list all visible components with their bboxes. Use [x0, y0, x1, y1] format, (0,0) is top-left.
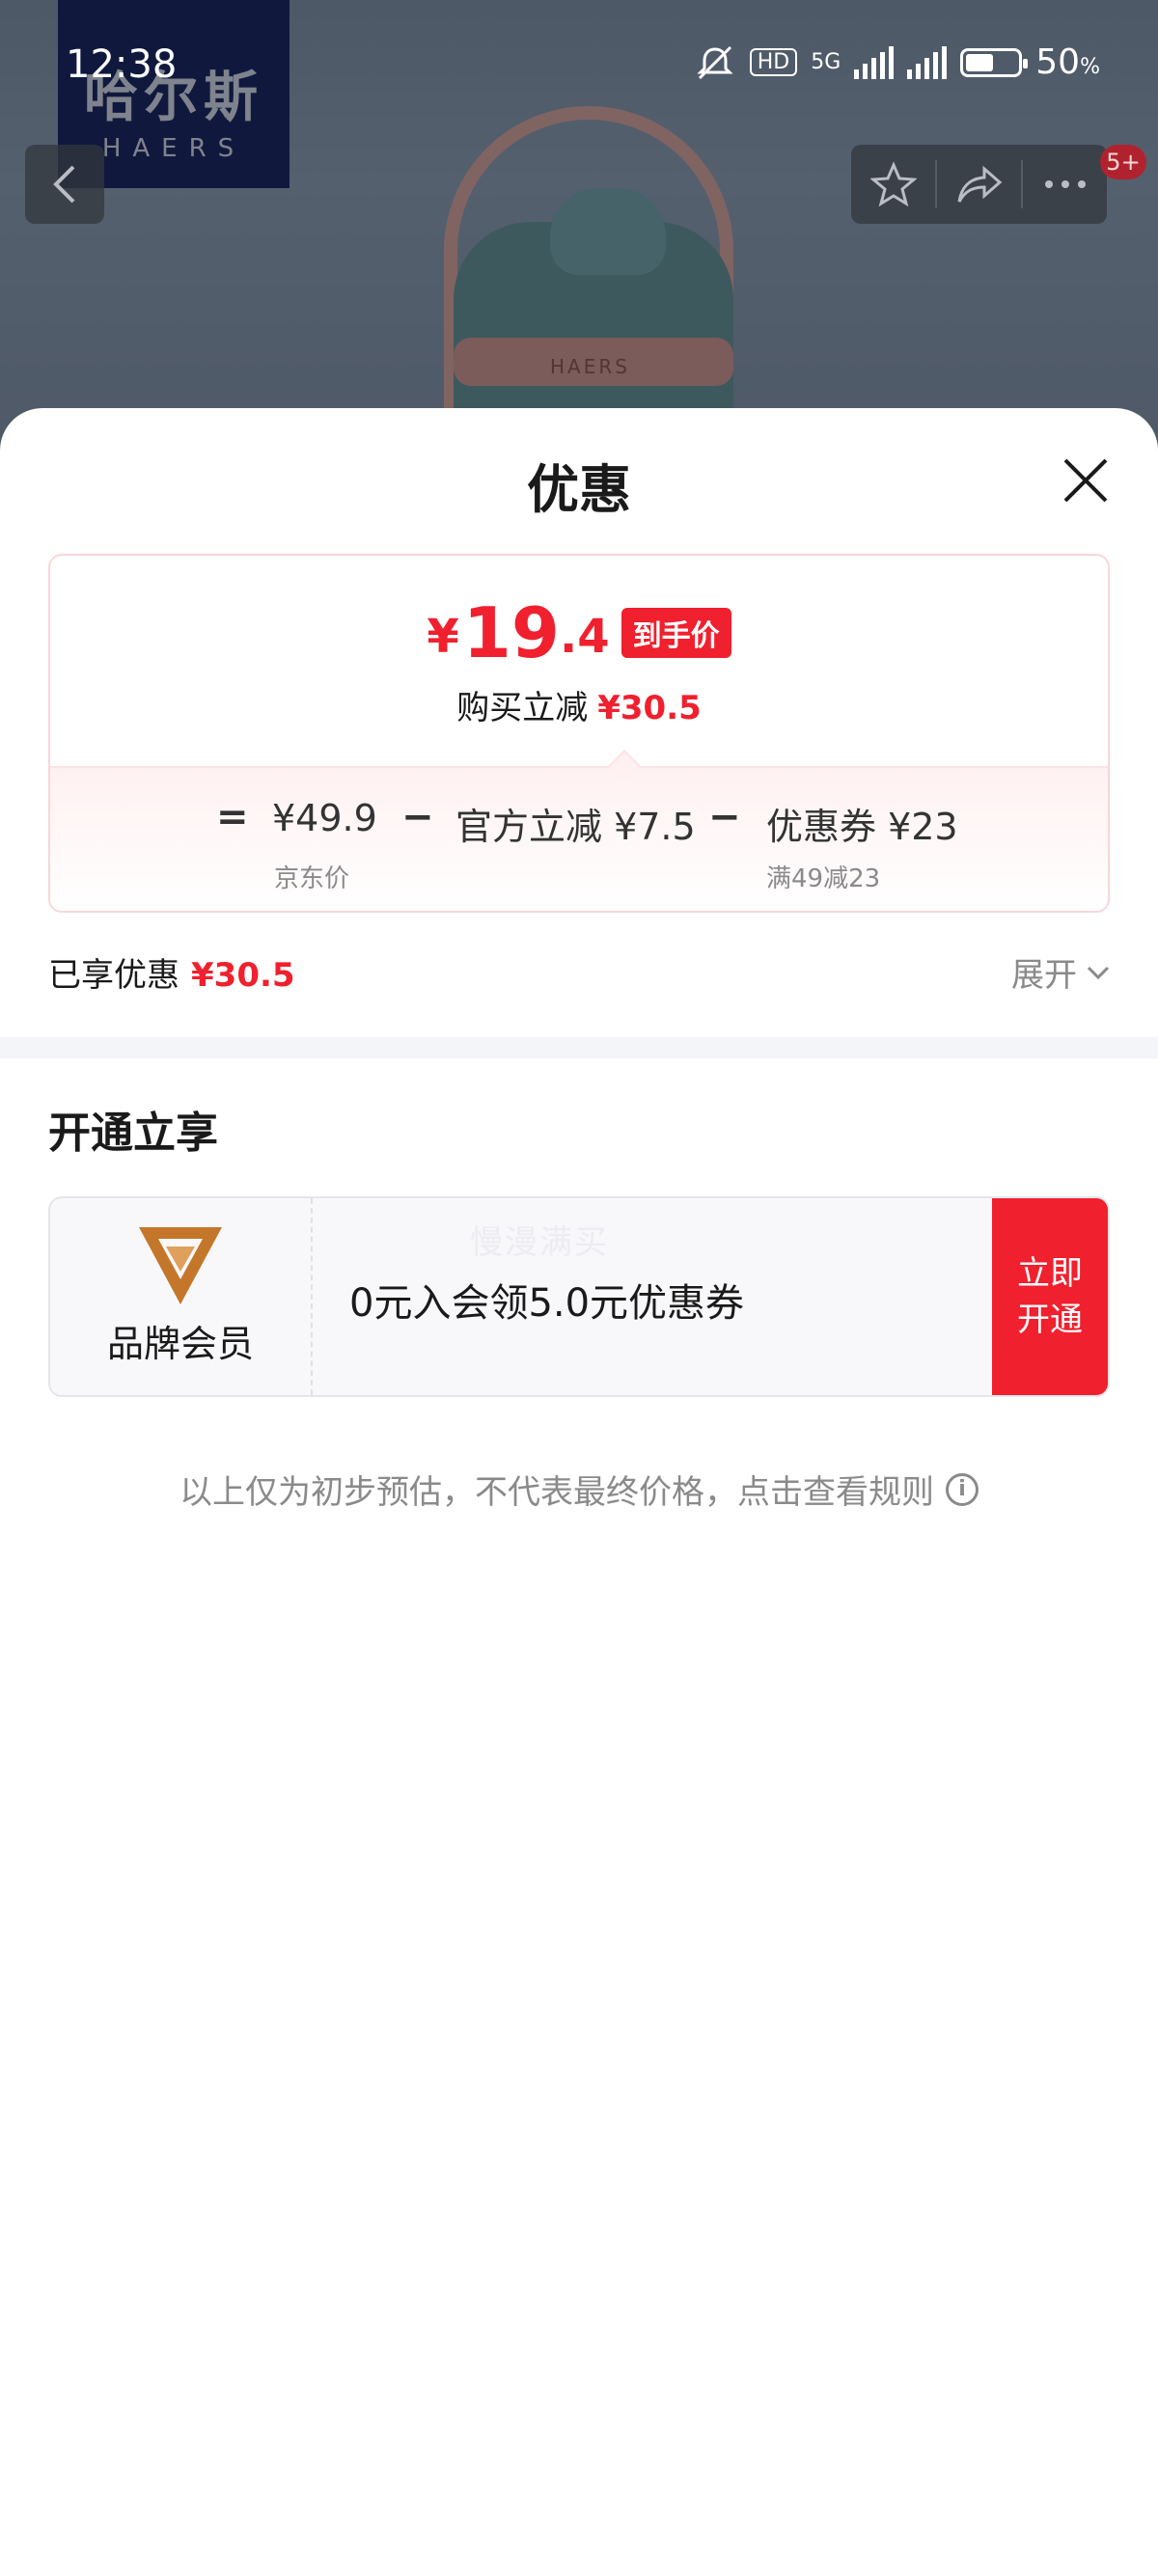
- price-formula-section: = ¥49.9 京东价 − 官方立减 ¥7.5 − 优惠券 ¥23 满49减23: [50, 766, 1108, 911]
- share-icon: [957, 165, 1002, 203]
- network-type: 5G: [811, 50, 841, 74]
- final-price: ¥ 19 .4 到手价: [50, 598, 1108, 668]
- discount-sheet: 优惠 ¥ 19 .4 到手价 购买立减¥30.5 = ¥49.9 京东价 −: [0, 408, 1158, 2576]
- hd-icon: HD: [749, 48, 798, 76]
- final-price-currency: ¥: [427, 610, 459, 664]
- jd-price: ¥49.9: [272, 797, 377, 839]
- section-divider: [0, 1037, 1158, 1058]
- enjoyed-amount: ¥30.5: [191, 956, 295, 995]
- message-count-badge: 5+: [1100, 145, 1146, 179]
- brand-membership-card[interactable]: 品牌会员 慢漫满买 0元入会领5.0元优惠券 立即 开通: [48, 1196, 1110, 1397]
- coupon-rule: 满49减23: [766, 864, 881, 893]
- battery-percent: 50%: [1035, 42, 1100, 82]
- back-button[interactable]: [25, 145, 104, 224]
- brand-member-label: 品牌会员: [106, 1323, 254, 1365]
- enjoyed-label: 已享优惠: [48, 956, 179, 995]
- final-price-section: ¥ 19 .4 到手价 购买立减 ¥30.5: [50, 556, 1108, 766]
- sheet-title: 优惠: [527, 459, 631, 520]
- more-dots-icon: [1044, 180, 1086, 188]
- brand-member-badge: 品牌会员: [50, 1198, 313, 1395]
- instant-discount-label: 购买立减: [456, 689, 589, 727]
- instant-discount-amount: ¥30.5: [597, 689, 702, 727]
- price-rules-link[interactable]: 以上仅为初步预估，不代表最终价格，点击查看规则 i: [0, 1466, 1158, 1513]
- membership-section-title: 开通立享: [48, 1109, 218, 1158]
- close-icon: [1063, 458, 1108, 503]
- top-actions-bar: [851, 145, 1107, 224]
- info-icon: i: [946, 1472, 979, 1506]
- star-icon: [869, 161, 917, 207]
- status-bar: 12:38 HD 5G 50%: [0, 0, 1158, 135]
- final-price-integer: 19: [462, 592, 560, 673]
- price-formula: = ¥49.9 京东价 − 官方立减 ¥7.5 − 优惠券 ¥23 满49减23: [50, 795, 1108, 893]
- member-watermark: 慢漫满买: [470, 1223, 609, 1262]
- jd-price-label: 京东价: [274, 864, 350, 893]
- share-button[interactable]: [937, 145, 1021, 224]
- status-icons: HD 5G 50%: [694, 42, 1100, 82]
- signal-icon: [854, 45, 895, 79]
- battery-icon: [960, 47, 1029, 77]
- signal-icon-2: [907, 45, 948, 79]
- expand-button[interactable]: 展开: [1011, 948, 1110, 996]
- more-button[interactable]: [1023, 145, 1107, 224]
- join-now-label-2: 开通: [1017, 1301, 1083, 1339]
- chevron-down-icon: [1087, 966, 1110, 979]
- minus-sign-2: −: [708, 795, 741, 839]
- official-discount: 官方立减 ¥7.5: [455, 806, 696, 848]
- instant-discount-row: 购买立减 ¥30.5: [50, 681, 1108, 728]
- expand-label: 展开: [1011, 956, 1077, 995]
- equals-sign: =: [216, 795, 249, 839]
- join-now-label-1: 立即: [1017, 1254, 1083, 1293]
- member-offer-text: 0元入会领5.0元优惠券: [349, 1281, 745, 1326]
- join-now-button[interactable]: 立即 开通: [992, 1198, 1108, 1395]
- chevron-left-icon: [53, 165, 75, 204]
- minus-sign: −: [401, 795, 434, 839]
- status-time: 12:38: [66, 42, 178, 87]
- coupon-discount: 优惠券 ¥23: [766, 806, 958, 848]
- disclaimer-text: 以上仅为初步预估，不代表最终价格，点击查看规则: [179, 1473, 934, 1512]
- final-price-tag: 到手价: [620, 608, 731, 658]
- close-button[interactable]: [1062, 456, 1110, 505]
- brand-member-v-icon: [139, 1227, 222, 1304]
- enjoyed-discount: 已享优惠 ¥30.5: [48, 948, 295, 996]
- favorite-button[interactable]: [851, 145, 935, 224]
- price-breakdown-card: ¥ 19 .4 到手价 购买立减 ¥30.5 = ¥49.9 京东价 − 官方立减…: [48, 554, 1110, 913]
- mute-bell-icon: [697, 45, 733, 79]
- final-price-decimal: .4: [559, 610, 610, 664]
